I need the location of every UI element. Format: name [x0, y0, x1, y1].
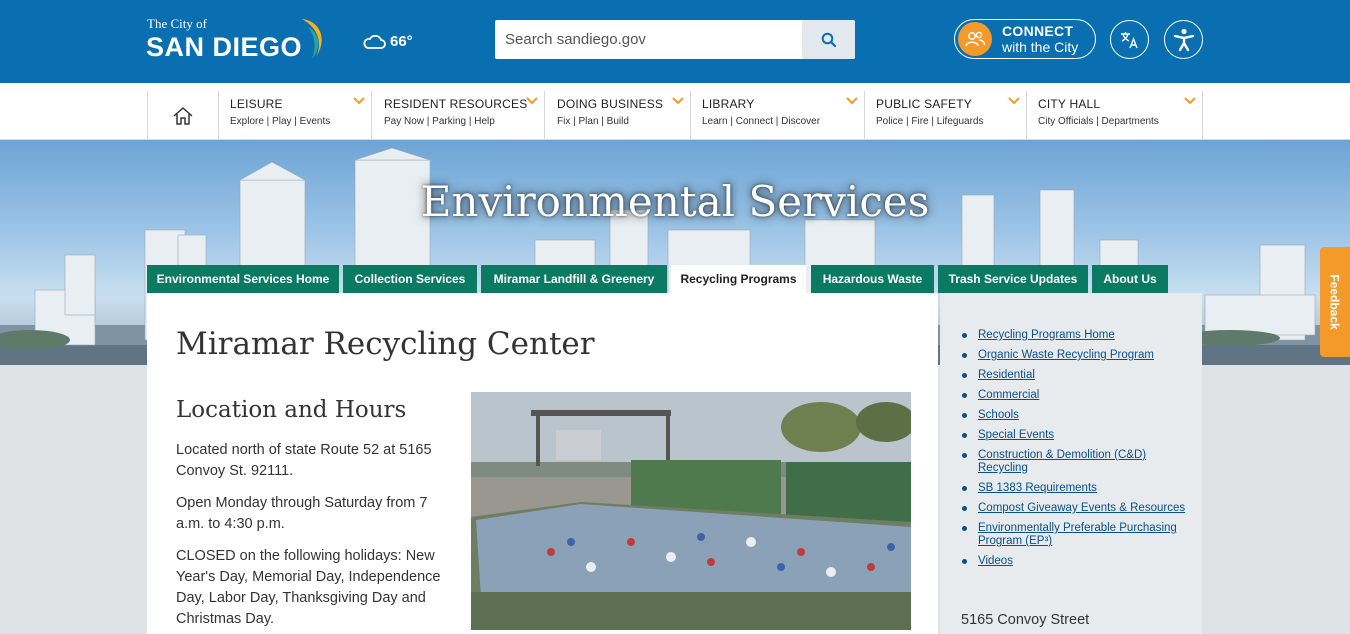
nav-item-sub: Pay Now | Parking | Help	[384, 116, 495, 127]
sidebar-list-item: Videos	[962, 555, 1188, 568]
nav-home[interactable]	[147, 91, 219, 140]
tab-miramar-landfill[interactable]: Miramar Landfill & Greenery	[481, 265, 667, 293]
tab-hazardous-waste[interactable]: Hazardous Waste	[811, 265, 934, 293]
sidebar-link-residential[interactable]: Residential	[978, 369, 1035, 381]
sidebar-list-item: Commercial	[962, 389, 1188, 402]
home-icon	[173, 106, 193, 125]
sidebar-link-recycling-programs-home[interactable]: Recycling Programs Home	[978, 329, 1115, 341]
search-button[interactable]	[802, 20, 855, 59]
cloud-icon	[363, 34, 386, 49]
people-icon	[958, 22, 992, 56]
chevron-down-icon	[526, 97, 538, 105]
top-bar: The City of SAN DIEGO 66° Search sandieg…	[0, 0, 1350, 83]
sidebar-list-item: SB 1383 Requirements	[962, 482, 1188, 495]
nav-item-sub: Police | Fire | Lifeguards	[876, 116, 984, 127]
sidebar-link-organic-waste[interactable]: Organic Waste Recycling Program	[978, 349, 1154, 361]
nav-item-title: DOING BUSINESS	[557, 97, 664, 111]
search-input[interactable]	[495, 20, 802, 59]
section-title: Location and Hours	[176, 397, 407, 423]
sidebar-link-schools[interactable]: Schools	[978, 409, 1019, 421]
nav-item-sub: Fix | Plan | Build	[557, 116, 629, 127]
paragraph-holidays: CLOSED on the following holidays: New Ye…	[176, 548, 441, 627]
nav-item-doing-business[interactable]: DOING BUSINESS Fix | Plan | Build	[546, 91, 691, 140]
city-logo[interactable]: The City of SAN DIEGO	[146, 15, 331, 65]
sidebar: Recycling Programs Home Organic Waste Re…	[940, 293, 1202, 634]
sidebar-list-item: Construction & Demolition (C&D) Recyclin…	[962, 449, 1188, 475]
sidebar-list-item: Compost Giveaway Events & Resources	[962, 502, 1188, 515]
chevron-down-icon	[1008, 97, 1020, 105]
chevron-down-icon	[672, 97, 684, 105]
nav-item-sub: Explore | Play | Events	[230, 116, 331, 127]
translate-icon	[1120, 31, 1138, 48]
sidebar-address: 5165 Convoy Street	[961, 612, 1090, 628]
sidebar-link-sb-1383[interactable]: SB 1383 Requirements	[978, 482, 1097, 494]
nav-item-city-hall[interactable]: CITY HALL City Officials | Departments	[1027, 91, 1203, 140]
paragraph-location: Located north of state Route 52 at 5165 …	[176, 442, 432, 479]
sidebar-link-commercial[interactable]: Commercial	[978, 389, 1039, 401]
tab-trash-service-updates[interactable]: Trash Service Updates	[938, 265, 1088, 293]
sidebar-list-item: Special Events	[962, 429, 1188, 442]
paragraph-hours: Open Monday through Saturday from 7 a.m.…	[176, 495, 428, 532]
sidebar-link-compost-giveaway[interactable]: Compost Giveaway Events & Resources	[978, 502, 1185, 514]
sidebar-list-item: Schools	[962, 409, 1188, 422]
nav-item-title: LEISURE	[230, 97, 283, 111]
accessibility-button[interactable]	[1164, 20, 1203, 59]
nav-item-title: CITY HALL	[1038, 97, 1101, 111]
connect-line2: with the City	[1002, 39, 1079, 55]
sidebar-link-epp-program[interactable]: Environmentally Preferable Purchasing Pr…	[978, 522, 1177, 547]
nav-item-sub: Learn | Connect | Discover	[702, 116, 821, 127]
accessibility-icon	[1173, 28, 1194, 51]
sidebar-list-item: Environmentally Preferable Purchasing Pr…	[962, 522, 1188, 548]
tab-recycling-programs[interactable]: Recycling Programs	[671, 265, 806, 293]
translate-button[interactable]	[1110, 20, 1149, 59]
sidebar-list-item: Recycling Programs Home	[962, 329, 1188, 342]
feedback-label: Feedback	[1328, 274, 1343, 330]
main-content: Miramar Recycling Center Location and Ho…	[147, 293, 938, 634]
sidebar-link-construction-demolition[interactable]: Construction & Demolition (C&D) Recyclin…	[978, 449, 1146, 474]
chevron-down-icon	[846, 97, 858, 105]
nav-item-library[interactable]: LIBRARY Learn | Connect | Discover	[691, 91, 865, 140]
nav-item-title: LIBRARY	[702, 97, 755, 111]
sidebar-link-special-events[interactable]: Special Events	[978, 429, 1054, 441]
nav-item-public-safety[interactable]: PUBLIC SAFETY Police | Fire | Lifeguards	[865, 91, 1027, 140]
weather-temp: 66°	[390, 33, 413, 50]
connect-with-city-button[interactable]: CONNECT with the City	[954, 19, 1096, 59]
nav-item-sub: City Officials | Departments	[1038, 116, 1159, 127]
chevron-down-icon	[353, 97, 365, 105]
nav-item-leisure[interactable]: LEISURE Explore | Play | Events	[219, 91, 372, 140]
search-icon	[821, 32, 836, 47]
nav-item-title: RESIDENT RESOURCES	[384, 97, 528, 111]
connect-label: CONNECT with the City	[1002, 23, 1078, 55]
search-box	[495, 20, 855, 59]
connect-line1: CONNECT	[1002, 23, 1074, 39]
sidebar-list-item: Residential	[962, 369, 1188, 382]
logo-small-text: The City of	[147, 16, 207, 31]
nav-item-resident-resources[interactable]: RESIDENT RESOURCES Pay Now | Parking | H…	[373, 91, 545, 140]
recycling-center-photo	[471, 392, 911, 630]
main-nav: LEISURE Explore | Play | Events RESIDENT…	[0, 83, 1350, 140]
feedback-button[interactable]: Feedback	[1320, 247, 1350, 357]
sidebar-list-item: Organic Waste Recycling Program	[962, 349, 1188, 362]
logo-swoosh-icon	[302, 19, 322, 59]
logo-big-text: SAN DIEGO	[146, 32, 303, 62]
tab-collection-services[interactable]: Collection Services	[343, 265, 477, 293]
nav-item-title: PUBLIC SAFETY	[876, 97, 972, 111]
page-title: Miramar Recycling Center	[176, 326, 595, 362]
weather-widget[interactable]: 66°	[362, 33, 413, 50]
sidebar-links: Recycling Programs Home Organic Waste Re…	[962, 329, 1188, 575]
hero-title: Environmental Services	[420, 177, 930, 226]
tab-environmental-services-home[interactable]: Environmental Services Home	[147, 265, 339, 293]
sidebar-link-videos[interactable]: Videos	[978, 555, 1013, 567]
tab-about-us[interactable]: About Us	[1092, 265, 1168, 293]
chevron-down-icon	[1184, 97, 1196, 105]
